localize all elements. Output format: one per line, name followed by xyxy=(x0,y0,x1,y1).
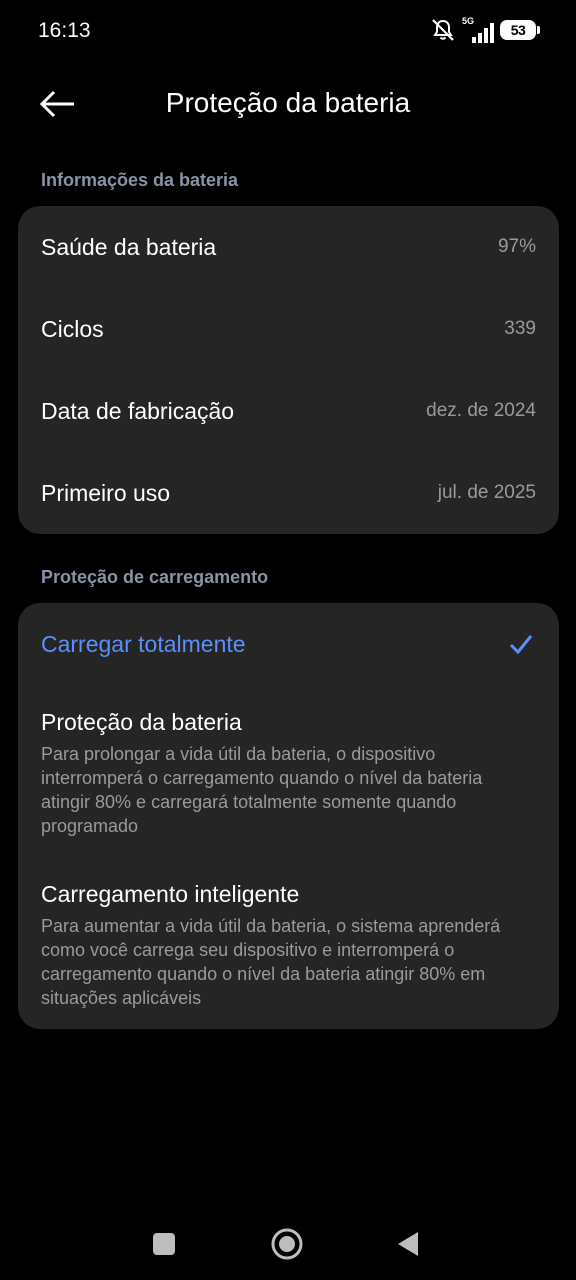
battery-info-card: Saúde da bateria 97% Ciclos 339 Data de … xyxy=(18,206,559,534)
navigation-bar xyxy=(0,1210,576,1280)
info-label: Primeiro uso xyxy=(41,479,171,506)
info-label: Saúde da bateria xyxy=(41,233,217,260)
bell-off-icon xyxy=(432,19,454,41)
option-title: Carregar totalmente xyxy=(41,630,246,657)
nav-home-button[interactable] xyxy=(261,1218,313,1270)
option-battery-protection[interactable]: Proteção da bateria Para prolongar a vid… xyxy=(18,685,559,859)
screen: 16:13 5G 53 Proteção da bateria Informaç… xyxy=(0,0,576,1280)
info-row-first-use[interactable]: Primeiro uso jul. de 2025 xyxy=(18,452,559,534)
battery-level: 53 xyxy=(510,22,526,38)
info-row-manufacture-date[interactable]: Data de fabricação dez. de 2024 xyxy=(18,370,559,452)
info-label: Ciclos xyxy=(41,315,104,342)
info-value: 339 xyxy=(504,318,536,339)
info-value: jul. de 2025 xyxy=(437,482,536,503)
option-description: Para prolongar a vida útil da bateria, o… xyxy=(41,744,483,836)
checkmark-icon xyxy=(509,635,533,655)
status-icons: 5G 53 xyxy=(430,17,540,43)
square-icon xyxy=(153,1233,175,1255)
option-description: Para aumentar a vida útil da bateria, o … xyxy=(41,916,501,1008)
info-row-battery-health[interactable]: Saúde da bateria 97% xyxy=(18,206,559,288)
status-time: 16:13 xyxy=(38,19,91,42)
info-row-cycles[interactable]: Ciclos 339 xyxy=(18,288,559,370)
option-full-charge[interactable]: Carregar totalmente xyxy=(18,603,559,685)
option-title: Proteção da bateria xyxy=(41,709,242,735)
section-label-battery-info: Informações da bateria xyxy=(41,170,239,190)
charging-protection-card: Carregar totalmente Proteção da bateria … xyxy=(18,603,559,1029)
triangle-back-icon xyxy=(398,1232,418,1256)
header: Proteção da bateria xyxy=(0,70,576,140)
info-value: dez. de 2024 xyxy=(426,400,536,421)
info-value: 97% xyxy=(497,236,536,257)
nav-back-button[interactable] xyxy=(382,1218,434,1270)
option-smart-charging[interactable]: Carregamento inteligente Para aumentar a… xyxy=(18,859,559,1010)
info-label: Data de fabricação xyxy=(41,397,235,424)
status-bar: 16:13 5G 53 xyxy=(0,0,576,62)
page-title: Proteção da bateria xyxy=(165,87,411,118)
section-label-charging-protection: Proteção de carregamento xyxy=(41,567,269,587)
signal-icon: 5G xyxy=(462,17,494,43)
battery-icon: 53 xyxy=(500,20,540,40)
nav-recents-button[interactable] xyxy=(138,1218,190,1270)
option-title: Carregamento inteligente xyxy=(41,881,300,907)
circle-icon xyxy=(271,1228,303,1260)
